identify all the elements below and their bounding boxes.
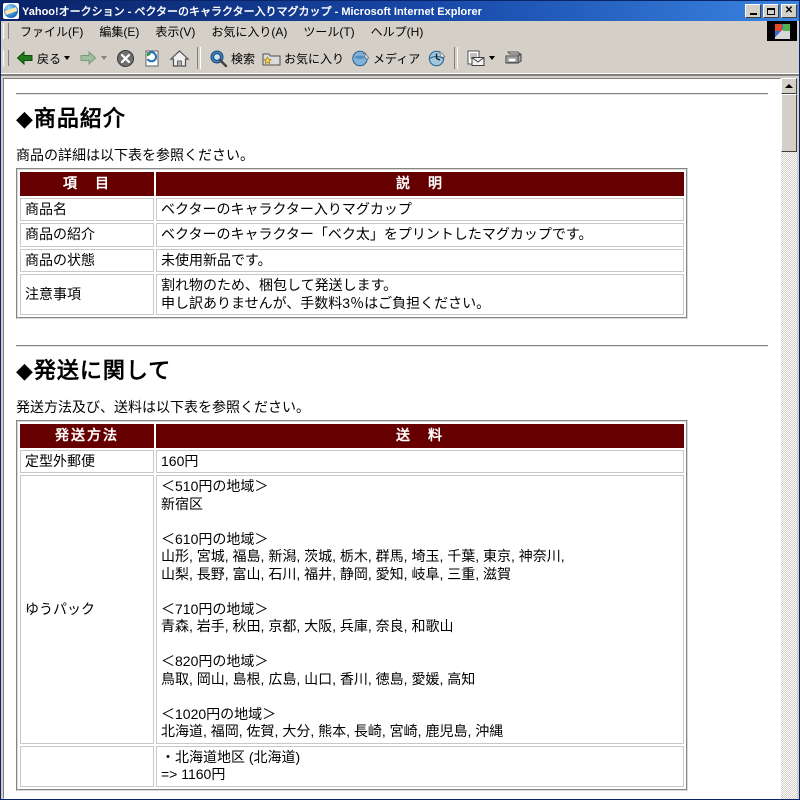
toolbar-separator-1: [197, 47, 202, 69]
shipping-row-fee: ＜510円の地域＞ 新宿区 ＜610円の地域＞ 山形, 宮城, 福島, 新潟, …: [156, 475, 684, 744]
minimize-icon: [749, 12, 757, 15]
back-arrow-icon: [15, 50, 35, 66]
menu-item-file[interactable]: ファイル(F): [12, 21, 91, 42]
history-icon: [426, 48, 447, 69]
menu-bar: ファイル(F) 編集(E) 表示(V) お気に入り(A) ツール(T) ヘルプ(…: [1, 21, 799, 42]
print-button[interactable]: [500, 45, 527, 71]
toolbar: 戻る 検索 お気に入り メディア: [1, 42, 799, 75]
search-button[interactable]: 検索: [205, 45, 258, 71]
table-row: ゆうパック ＜510円の地域＞ 新宿区 ＜610円の地域＞ 山形, 宮城, 福島…: [20, 475, 684, 744]
media-icon: [350, 48, 371, 69]
scroll-up-button[interactable]: [781, 78, 797, 94]
product-row-value: ベクターのキャラクター「ベク太」をプリントしたマグカップです。: [156, 223, 684, 247]
media-button[interactable]: メディア: [347, 45, 423, 71]
section-lead-shipping: 発送方法及び、送料は以下表を参照ください。: [16, 398, 310, 415]
close-icon: ✕: [784, 5, 794, 16]
search-button-label: 検索: [231, 51, 256, 66]
ie-brand-logo: [767, 21, 797, 41]
section-divider: [16, 345, 768, 347]
shipping-table: 発送方法 送 料 定型外郵便 160円 ゆうパック ＜510円の地域＞ 新宿区 …: [16, 420, 688, 791]
table-row: ・北海道地区 (北海道) => 1160円: [20, 745, 684, 787]
shipping-row-method: 定型外郵便: [20, 449, 154, 473]
mail-icon: [465, 48, 486, 69]
minimize-button[interactable]: [745, 4, 761, 18]
shipping-table-header-fee: 送 料: [156, 424, 684, 448]
mail-button[interactable]: [462, 45, 500, 71]
mail-caret-icon[interactable]: [489, 56, 496, 60]
product-table-header-desc: 説 明: [156, 172, 684, 196]
chevron-up-icon: [785, 84, 793, 88]
table-header-row: 項 目 説 明: [20, 172, 684, 196]
shipping-row-fee: 160円: [156, 449, 684, 473]
page-frame: ◆商品紹介 商品の詳細は以下表を参照ください。 項 目 説 明 商品名 ベクター…: [3, 78, 781, 799]
menu-item-tools[interactable]: ツール(T): [295, 21, 362, 42]
printer-icon: [503, 48, 524, 69]
forward-history-caret-icon[interactable]: [101, 56, 108, 60]
favorites-folder-icon: [261, 48, 282, 69]
table-row: 商品の状態 未使用新品です。: [20, 248, 684, 272]
section-lead-product: 商品の詳細は以下表を参照ください。: [16, 146, 254, 163]
back-button-label: 戻る: [37, 51, 62, 66]
product-row-label: 注意事項: [20, 274, 154, 315]
back-button[interactable]: 戻る: [12, 45, 75, 71]
stop-icon: [115, 48, 136, 69]
browser-window: Yahoo!オークション - ベクターのキャラクター入りマグカップ - Micr…: [0, 0, 800, 800]
maximize-button[interactable]: [763, 4, 779, 18]
stop-button[interactable]: [112, 45, 139, 71]
toolbar-separator-2: [454, 47, 459, 69]
browser-client-area: ◆商品紹介 商品の詳細は以下表を参照ください。 項 目 説 明 商品名 ベクター…: [1, 75, 799, 799]
product-row-label: 商品の状態: [20, 248, 154, 272]
menu-item-favorites[interactable]: お気に入り(A): [203, 21, 295, 42]
shipping-row-method: ゆうパック: [20, 475, 154, 744]
product-row-label: 商品名: [20, 197, 154, 221]
forward-arrow-icon: [78, 50, 98, 66]
home-button[interactable]: [166, 45, 193, 71]
close-button[interactable]: ✕: [781, 4, 797, 18]
product-row-label: 商品の紹介: [20, 223, 154, 247]
toolbar-drag-grip[interactable]: [3, 50, 9, 66]
table-header-row: 発送方法 送 料: [20, 424, 684, 448]
window-title: Yahoo!オークション - ベクターのキャラクター入りマグカップ - Micr…: [22, 6, 482, 18]
page-content: ◆商品紹介 商品の詳細は以下表を参照ください。 項 目 説 明 商品名 ベクター…: [4, 79, 780, 798]
ie-document-icon: [3, 3, 19, 19]
vertical-scrollbar[interactable]: [781, 78, 797, 799]
back-history-caret-icon[interactable]: [64, 56, 71, 60]
media-button-label: メディア: [373, 51, 421, 66]
product-row-value: ベクターのキャラクター入りマグカップ: [156, 197, 684, 221]
refresh-icon: [142, 48, 163, 69]
shipping-row-fee: ・北海道地区 (北海道) => 1160円: [156, 745, 684, 787]
section-heading-product: ◆商品紹介: [16, 106, 126, 131]
menu-item-view[interactable]: 表示(V): [147, 21, 203, 42]
product-table-header-item: 項 目: [20, 172, 154, 196]
product-row-value: 割れ物のため、梱包して発送します。 申し訳ありませんが、手数料3％はご負担くださ…: [156, 274, 684, 315]
search-icon: [208, 48, 229, 69]
favorites-button-label: お気に入り: [284, 51, 345, 66]
shipping-row-method: [20, 745, 154, 787]
menu-drag-grip[interactable]: [3, 23, 9, 39]
table-row: 商品名 ベクターのキャラクター入りマグカップ: [20, 197, 684, 221]
window-controls: ✕: [745, 4, 797, 18]
section-heading-shipping: ◆発送に関して: [16, 358, 172, 383]
title-bar: Yahoo!オークション - ベクターのキャラクター入りマグカップ - Micr…: [1, 1, 799, 21]
maximize-icon: [767, 7, 775, 15]
forward-button[interactable]: [75, 45, 112, 71]
shipping-table-header-method: 発送方法: [20, 424, 154, 448]
top-divider: [16, 93, 768, 95]
table-row: 注意事項 割れ物のため、梱包して発送します。 申し訳ありませんが、手数料3％はご…: [20, 274, 684, 315]
product-table: 項 目 説 明 商品名 ベクターのキャラクター入りマグカップ 商品の紹介 ベクタ…: [16, 168, 688, 319]
table-row: 商品の紹介 ベクターのキャラクター「ベク太」をプリントしたマグカップです。: [20, 223, 684, 247]
product-row-value: 未使用新品です。: [156, 248, 684, 272]
menu-item-help[interactable]: ヘルプ(H): [363, 21, 432, 42]
refresh-button[interactable]: [139, 45, 166, 71]
favorites-button[interactable]: お気に入り: [258, 45, 347, 71]
home-icon: [169, 48, 190, 69]
table-row: 定型外郵便 160円: [20, 449, 684, 473]
history-button[interactable]: [423, 45, 450, 71]
menu-item-edit[interactable]: 編集(E): [91, 21, 147, 42]
scrollbar-track[interactable]: [781, 94, 797, 799]
scrollbar-thumb[interactable]: [781, 94, 797, 152]
